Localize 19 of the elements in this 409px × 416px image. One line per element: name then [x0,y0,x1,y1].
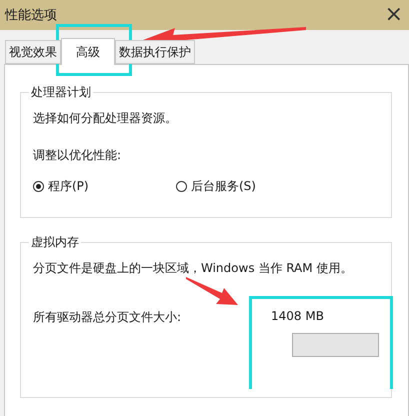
tab[interactable]: 高级 [61,38,115,65]
description-text: 分页文件是硬盘上的一块区域，Windows 当作 RAM 使用。 [33,260,354,277]
group-title: 处理器计划 [30,84,92,101]
tab[interactable]: 数据执行保护 [115,40,195,64]
window-title: 性能选项 [5,7,57,24]
radio-icon[interactable] [176,181,187,192]
option-label: 后台服务(S) [191,178,256,195]
radio-icon[interactable] [33,181,44,192]
prompt-label: 调整以优化性能: [33,147,122,164]
close-button[interactable]: × [382,4,405,26]
option-label: 程序(P) [48,178,89,195]
description-text: 选择如何分配处理器资源。 [33,110,178,127]
group-title: 虚拟内存 [30,234,80,251]
tab[interactable]: 视觉效果 [5,40,61,64]
arrow [186,277,238,307]
size-label: 所有驱动器总分页文件大小: [33,309,182,326]
radio-option[interactable]: 程序(P) [33,178,176,195]
radio-option[interactable]: 后台服务(S) [176,178,319,195]
size-value: 1408 MB [271,309,324,325]
